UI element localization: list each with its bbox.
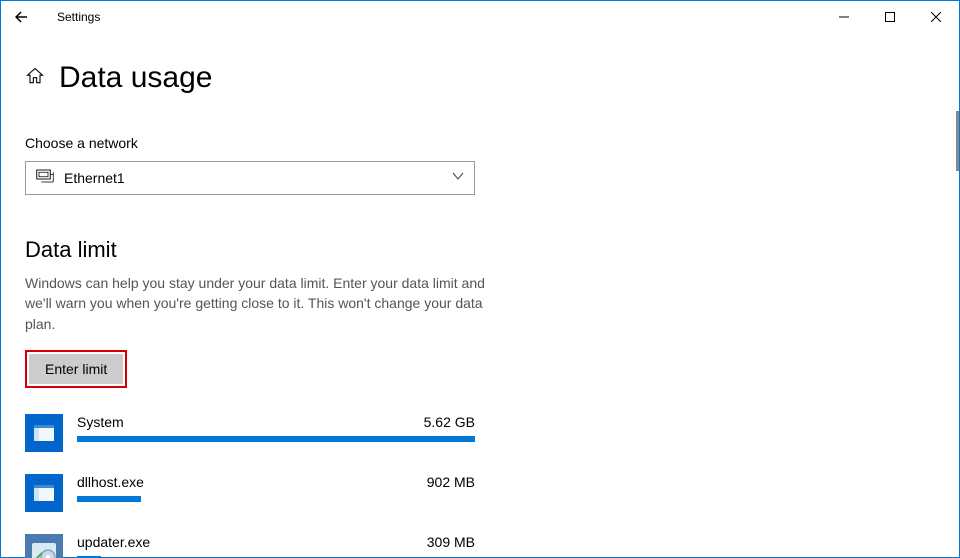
page-header: Data usage <box>25 61 935 95</box>
ethernet-icon <box>36 169 54 188</box>
app-icon <box>25 414 63 452</box>
app-row: updater.exe 309 MB <box>25 534 475 558</box>
app-main: System 5.62 GB <box>77 414 475 442</box>
network-dropdown[interactable]: Ethernet1 <box>25 161 475 195</box>
minimize-icon <box>839 12 849 22</box>
home-icon[interactable] <box>25 66 45 91</box>
back-button[interactable] <box>5 1 37 33</box>
titlebar: Settings <box>1 1 959 33</box>
usage-bar <box>77 436 475 442</box>
window-controls <box>821 1 959 33</box>
enter-limit-highlight: Enter limit <box>25 350 127 388</box>
close-button[interactable] <box>913 1 959 33</box>
data-limit-heading: Data limit <box>25 237 935 263</box>
app-name: System <box>77 414 124 430</box>
data-limit-description: Windows can help you stay under your dat… <box>25 273 485 334</box>
network-label: Choose a network <box>25 135 935 151</box>
scrollbar-thumb[interactable] <box>956 111 959 171</box>
app-name: updater.exe <box>77 534 150 550</box>
app-size: 5.62 GB <box>424 414 475 430</box>
app-size: 902 MB <box>427 474 475 490</box>
app-top: dllhost.exe 902 MB <box>77 474 475 490</box>
settings-window: Settings Data usage Choose a network <box>0 0 960 558</box>
enter-limit-button[interactable]: Enter limit <box>29 354 123 384</box>
app-size: 309 MB <box>427 534 475 550</box>
window-title: Settings <box>57 10 100 24</box>
app-top: System 5.62 GB <box>77 414 475 430</box>
usage-bar-fill <box>77 436 475 442</box>
content-area: Data usage Choose a network Ethernet1 Da… <box>1 33 959 558</box>
minimize-button[interactable] <box>821 1 867 33</box>
app-row: dllhost.exe 902 MB <box>25 474 475 512</box>
chevron-down-icon <box>452 169 464 187</box>
app-top: updater.exe 309 MB <box>77 534 475 550</box>
app-disc-icon <box>25 534 63 558</box>
usage-bar <box>77 496 475 502</box>
app-main: dllhost.exe 902 MB <box>77 474 475 502</box>
app-main: updater.exe 309 MB <box>77 534 475 558</box>
app-name: dllhost.exe <box>77 474 144 490</box>
close-icon <box>931 12 941 22</box>
app-icon <box>25 474 63 512</box>
app-row: System 5.62 GB <box>25 414 475 452</box>
maximize-icon <box>885 12 895 22</box>
titlebar-left: Settings <box>5 1 100 33</box>
network-dropdown-left: Ethernet1 <box>36 169 125 188</box>
maximize-button[interactable] <box>867 1 913 33</box>
back-arrow-icon <box>12 8 30 26</box>
usage-bar-fill <box>77 496 141 502</box>
network-selected: Ethernet1 <box>64 170 125 186</box>
app-usage-list: System 5.62 GB dllhost.exe 902 MB <box>25 414 475 558</box>
page-title: Data usage <box>59 61 212 95</box>
